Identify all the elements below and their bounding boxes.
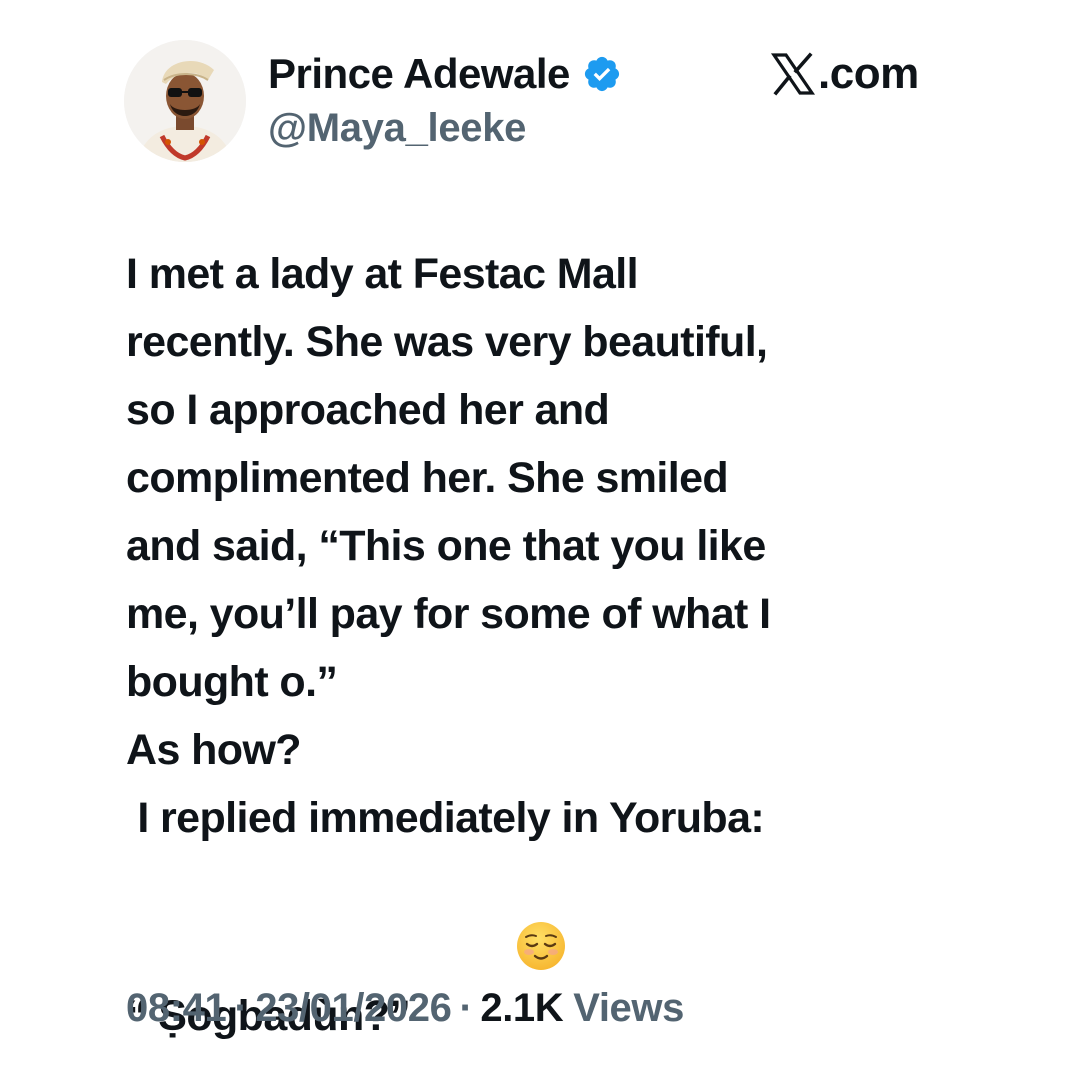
tweet-line: and said, “This one that you like: [126, 522, 766, 570]
author-avatar[interactable]: [124, 40, 246, 162]
tweet-line: recently. She was very beautiful,: [126, 318, 768, 366]
tweet-text: I met a lady at Festac Mall recently. Sh…: [126, 240, 966, 1050]
tweet-line: me, you’ll pay for some of what I: [126, 590, 771, 638]
tweet-date[interactable]: 23/01/2026: [255, 986, 452, 1031]
meta-separator: ·: [234, 986, 248, 1030]
tweet-line: complimented her. She smiled: [126, 454, 729, 502]
tweet-meta: 08:41 · 23/01/2026 · 2.1K Views: [126, 986, 684, 1031]
verified-badge-icon: [582, 54, 622, 94]
site-label[interactable]: .com: [770, 46, 919, 102]
views-label[interactable]: Views: [573, 986, 684, 1031]
tweet-line: bought o.”: [126, 658, 338, 706]
tweet-time[interactable]: 08:41: [126, 986, 227, 1031]
tweet-line: so I approached her and: [126, 386, 610, 434]
profile-photo: [124, 40, 246, 162]
tweet-card: Prince Adewale @Maya_leeke .com I met a …: [0, 0, 1080, 1080]
tweet-line: I met a lady at Festac Mall: [126, 250, 639, 298]
tweet-line: I replied immediately in Yoruba:: [126, 794, 765, 842]
view-count: 2.1K: [480, 986, 564, 1030]
tweet-line: As how?: [126, 726, 302, 774]
meta-separator: ·: [459, 986, 473, 1030]
site-domain: .com: [818, 49, 919, 98]
author-display-name[interactable]: Prince Adewale: [268, 50, 570, 98]
x-logo-icon: [770, 52, 816, 96]
author-name-row: Prince Adewale: [268, 48, 622, 100]
relieved-face-emoji-icon: [424, 852, 565, 970]
author-handle[interactable]: @Maya_leeke: [268, 106, 526, 151]
